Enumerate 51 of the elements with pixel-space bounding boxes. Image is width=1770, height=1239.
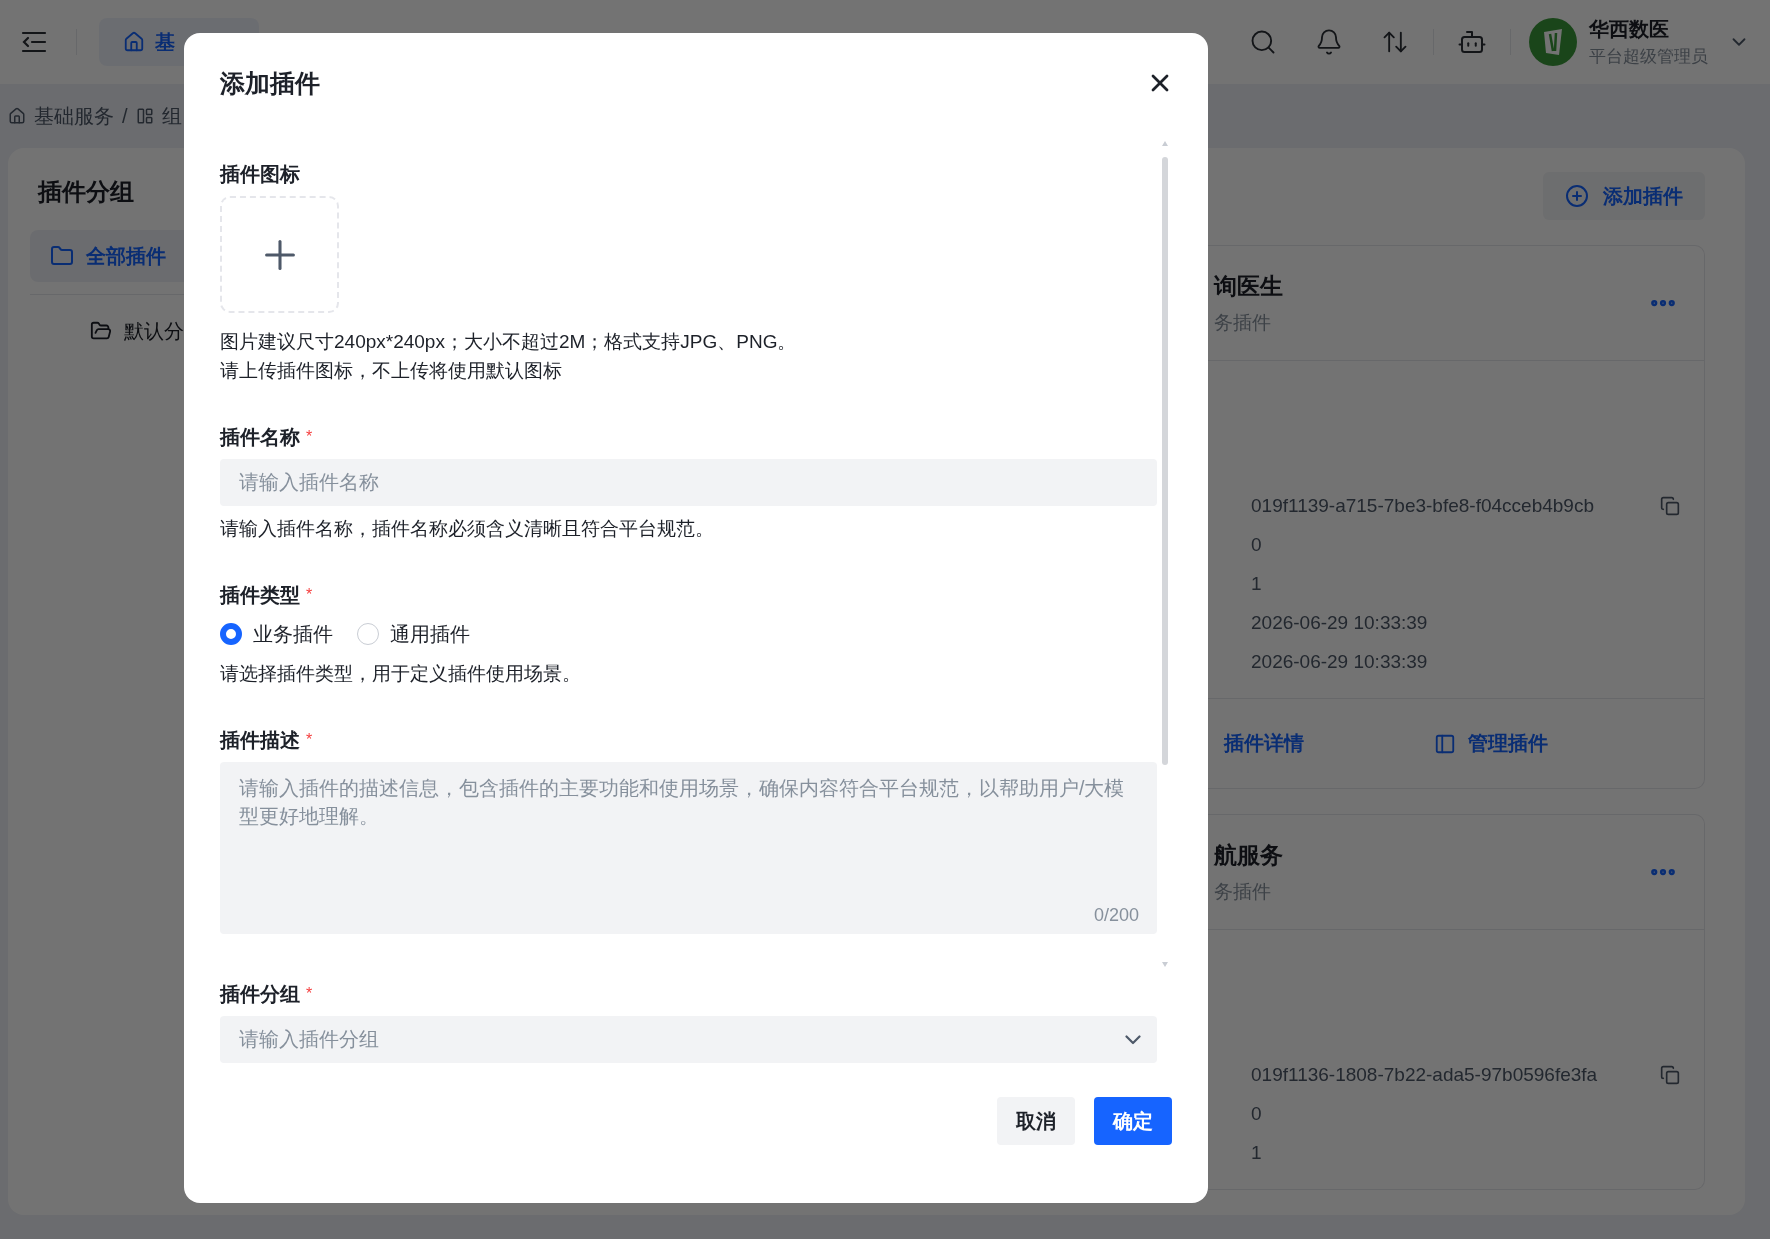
radio-option[interactable]: 业务插件 [220, 620, 333, 648]
field-label: 插件名称 [220, 425, 300, 450]
chevron-down-icon [1125, 1034, 1141, 1045]
dialog-title: 添加插件 [220, 67, 320, 99]
field-label: 插件图标 [220, 162, 300, 187]
help-text: 请选择插件类型，用于定义插件使用场景。 [220, 662, 582, 686]
field-label: 插件类型 [220, 583, 300, 608]
card-title: 航服务 [1214, 840, 1283, 870]
name-input[interactable]: 请输入插件名称 [220, 459, 1157, 506]
character-counter: 0/200 [1093, 905, 1139, 926]
sidebar-title: 插件分组 [36, 177, 135, 207]
required-mark: * [306, 731, 313, 749]
field-value: 019f1139-a715-7be3-bfe8-f04cceb4b9cb [1251, 494, 1594, 517]
card-title: 询医生 [1214, 271, 1283, 301]
card-action-link[interactable]: 管理插件 [1434, 730, 1548, 757]
folder-icon [50, 244, 74, 268]
folder-icon [90, 320, 112, 342]
field-label: 插件描述 [220, 728, 300, 753]
required-mark: * [306, 985, 313, 1003]
field-value: 1 [1251, 572, 1262, 595]
breadcrumb-link[interactable]: 基础服务 [34, 102, 114, 130]
help-text: 请上传插件图标，不上传将使用默认图标 [220, 359, 563, 383]
field-value: 0 [1251, 1102, 1262, 1125]
field-value: 2026-06-29 10:33:39 [1251, 611, 1428, 634]
add-plugin-button[interactable]: 添加插件 [1543, 172, 1705, 220]
breadcrumb-link[interactable]: 组 [161, 102, 182, 130]
home-icon [8, 107, 26, 126]
required-mark: * [306, 586, 313, 604]
field-label: 插件分组 [220, 982, 300, 1007]
user-name: 华西数医 [1589, 17, 1670, 43]
scrollbar[interactable] [1160, 141, 1170, 967]
panel-icon [1434, 732, 1456, 755]
cancel-button[interactable]: 取消 [997, 1097, 1075, 1145]
home-icon [123, 31, 145, 54]
field-value: 2026-06-29 10:33:39 [1251, 650, 1428, 673]
group-select[interactable]: 请输入插件分组 [220, 1016, 1157, 1063]
required-mark: * [306, 428, 313, 446]
help-text: 图片建议尺寸240px*240px；大小不超过2M；格式支持JPG、PNG。 [220, 330, 798, 354]
field-value: 0 [1251, 533, 1262, 556]
help-text: 请输入插件名称，插件名称必须含义清晰且符合平台规范。 [220, 517, 715, 541]
field-value: 019f1136-1808-7b22-ada5-97b0596fe3fa [1251, 1063, 1598, 1086]
field-value: 1 [1251, 1141, 1262, 1164]
avatar-icon [1529, 18, 1577, 67]
copy-icon[interactable] [1660, 495, 1680, 516]
grid-icon [135, 107, 154, 126]
plus-circle-icon [1565, 184, 1589, 208]
confirm-button[interactable]: 确定 [1094, 1097, 1172, 1145]
copy-icon[interactable] [1660, 1064, 1680, 1085]
card-action-link[interactable]: 插件详情 [1224, 730, 1304, 757]
breadcrumb-separator: / [122, 104, 128, 128]
radio-option[interactable]: 通用插件 [357, 620, 470, 648]
